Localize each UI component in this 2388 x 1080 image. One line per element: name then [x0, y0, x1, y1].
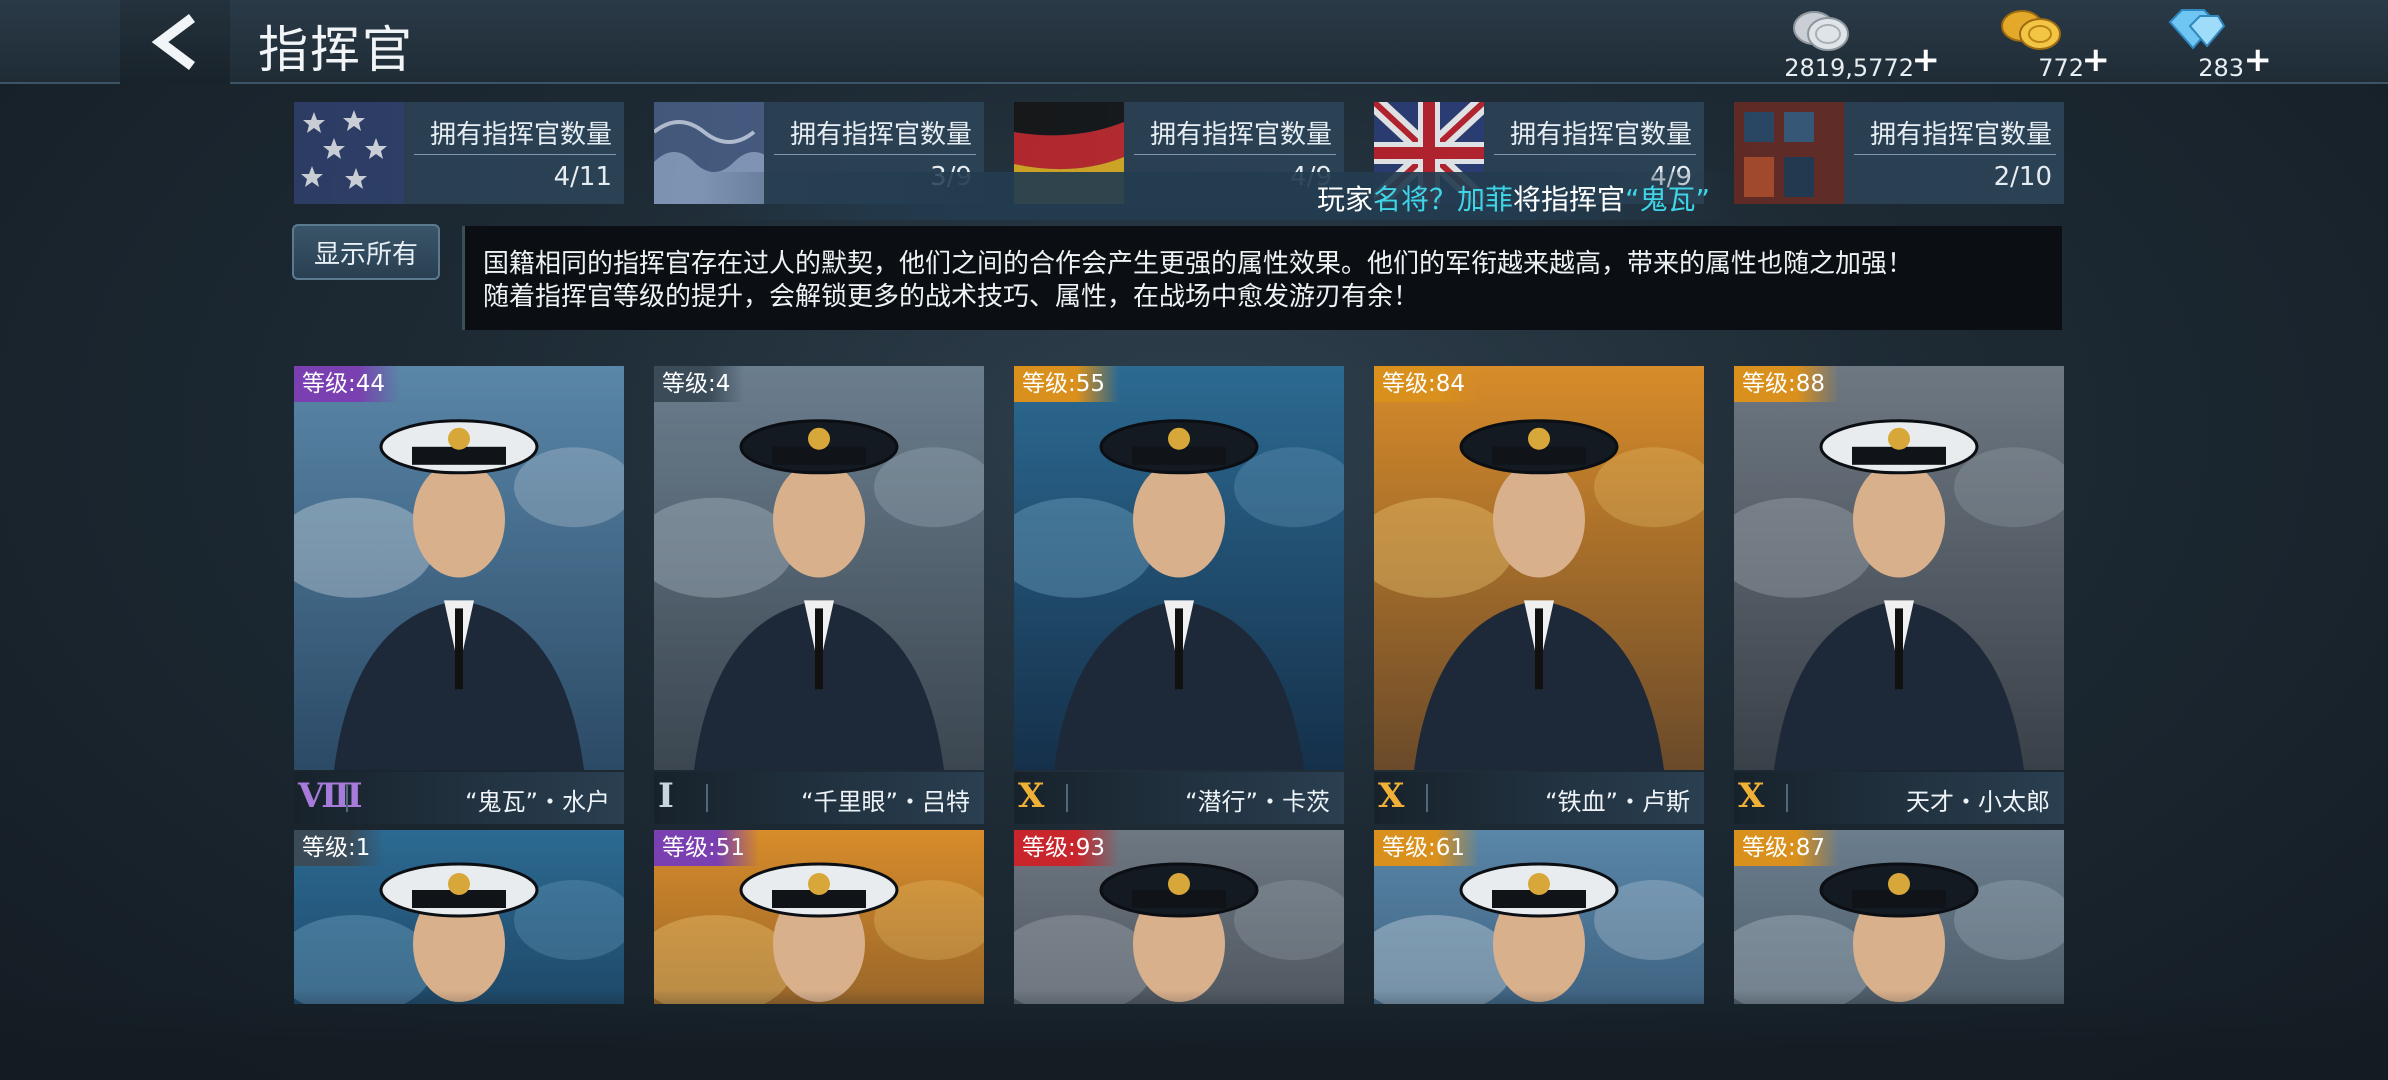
commander-name: “千里眼”・吕特 — [801, 788, 970, 816]
rank-badge: Ⅷ — [298, 776, 363, 816]
broadcast-toast: 玩家名将？加菲将指挥官“鬼瓦” — [700, 172, 1730, 220]
gold-coins-icon — [2001, 10, 2061, 50]
nation-tab-usa[interactable]: 拥有指挥官数量 4/11 — [294, 102, 624, 204]
commander-card[interactable]: 等级:87 — [1734, 830, 2064, 1004]
nation-label: 拥有指挥官数量 — [1869, 120, 2052, 150]
diamond-icon — [2168, 9, 2226, 50]
commander-name-bar: Ⅹ 天才・小太郎 — [1734, 772, 2064, 824]
rank-badge: Ⅹ — [1378, 776, 1405, 816]
commander-portrait-image — [1374, 366, 1704, 770]
commander-portrait — [1014, 366, 1344, 770]
level-badge: 等级:44 — [294, 366, 400, 402]
toast-commander-name: “鬼瓦” — [1624, 183, 1710, 216]
divider — [414, 154, 616, 155]
level-badge: 等级:4 — [654, 366, 745, 402]
commander-name-bar: Ⅹ “潜行”・卡茨 — [1014, 772, 1344, 824]
nation-count: 4/11 — [553, 162, 612, 192]
commander-portrait-image — [1014, 366, 1344, 770]
commander-card[interactable]: 等级:4 Ⅰ “千里眼”・吕特 — [654, 366, 984, 824]
level-badge: 等级:87 — [1734, 830, 1840, 866]
commander-name: “潜行”・卡茨 — [1185, 788, 1330, 816]
commander-portrait-image — [294, 366, 624, 770]
ussr-flag-icon — [1734, 102, 1844, 204]
silver-currency[interactable]: 2819,5772 + — [1760, 4, 1940, 82]
gold-currency[interactable]: 772 + — [1990, 4, 2110, 82]
commander-portrait — [1374, 366, 1704, 770]
level-badge: 等级:93 — [1014, 830, 1120, 866]
commander-card[interactable]: 等级:44 Ⅷ “鬼瓦”・水户 — [294, 366, 624, 824]
nation-count: 2/10 — [1993, 162, 2052, 192]
rank-badge: Ⅰ — [658, 776, 674, 816]
commander-portrait-image — [1734, 366, 2064, 770]
rank-badge: Ⅹ — [1018, 776, 1045, 816]
divider — [706, 784, 708, 812]
toast-text: 玩家名将？加菲将指挥官“鬼瓦” — [1316, 183, 1710, 216]
nation-label: 拥有指挥官数量 — [1149, 120, 1332, 150]
rank-badge: Ⅹ — [1738, 776, 1765, 816]
description-line-2: 随着指挥官等级的提升，会解锁更多的战术技巧、属性，在战场中愈发游刃有余！ — [483, 281, 1420, 312]
usa-flag-icon — [294, 102, 404, 204]
page-title: 指挥官 — [258, 21, 414, 79]
commander-name-bar: Ⅹ “铁血”・卢斯 — [1374, 772, 1704, 824]
level-badge: 等级:55 — [1014, 366, 1120, 402]
commander-name: “鬼瓦”・水户 — [465, 788, 610, 816]
divider — [1494, 154, 1696, 155]
nation-label: 拥有指挥官数量 — [789, 120, 972, 150]
commander-card[interactable]: 等级:55 Ⅹ “潜行”・卡茨 — [1014, 366, 1344, 824]
level-badge: 等级:61 — [1374, 830, 1480, 866]
commander-card[interactable]: 等级:51 — [654, 830, 984, 1004]
back-button[interactable] — [120, 0, 230, 84]
level-badge: 等级:51 — [654, 830, 760, 866]
commander-portrait — [294, 366, 624, 770]
nation-tab-ussr[interactable]: 拥有指挥官数量 2/10 — [1734, 102, 2064, 204]
diamond-value: 283 — [2198, 54, 2244, 82]
divider — [1854, 154, 2056, 155]
description-panel: 国籍相同的指挥官存在过人的默契，他们之间的合作会产生更强的属性效果。他们的军衔越… — [462, 226, 2062, 330]
divider — [1426, 784, 1428, 812]
silver-coins-icon — [1793, 11, 1849, 51]
commander-portrait — [654, 366, 984, 770]
description-line-1: 国籍相同的指挥官存在过人的默契，他们之间的合作会产生更强的属性效果。他们的军衔越… — [483, 249, 1914, 279]
commander-name: “铁血”・卢斯 — [1545, 788, 1690, 816]
top-bar: 指挥官 2819,5772 + 772 + 283 + — [0, 0, 2388, 84]
commander-card[interactable]: 等级:93 — [1014, 830, 1344, 1004]
level-badge: 等级:88 — [1734, 366, 1840, 402]
show-all-button[interactable]: 显示所有 — [292, 224, 440, 280]
add-gold-button[interactable]: + — [2082, 40, 2111, 80]
chevron-left-icon — [151, 14, 195, 70]
divider — [1786, 784, 1788, 812]
commander-card[interactable]: 等级:88 Ⅹ 天才・小太郎 — [1734, 366, 2064, 824]
commander-name-bar: Ⅷ “鬼瓦”・水户 — [294, 772, 624, 824]
divider — [774, 154, 976, 155]
nation-label: 拥有指挥官数量 — [429, 120, 612, 150]
add-silver-button[interactable]: + — [1912, 40, 1941, 80]
gold-value: 772 — [2038, 54, 2084, 82]
diamond-currency[interactable]: 283 + — [2160, 4, 2272, 82]
level-badge: 等级:84 — [1374, 366, 1480, 402]
nation-label: 拥有指挥官数量 — [1509, 120, 1692, 150]
commander-name: 天才・小太郎 — [1906, 788, 2050, 816]
level-badge: 等级:1 — [294, 830, 385, 866]
bottom-fade — [0, 990, 2388, 1080]
commander-portrait-image — [654, 366, 984, 770]
commander-card[interactable]: 等级:84 Ⅹ “铁血”・卢斯 — [1374, 366, 1704, 824]
commander-card[interactable]: 等级:61 — [1374, 830, 1704, 1004]
commander-portrait — [1734, 366, 2064, 770]
silver-value: 2819,5772 — [1784, 54, 1914, 82]
commander-card[interactable]: 等级:1 — [294, 830, 624, 1004]
divider — [1066, 784, 1068, 812]
add-diamond-button[interactable]: + — [2244, 40, 2273, 80]
divider — [1134, 154, 1336, 155]
commander-name-bar: Ⅰ “千里眼”・吕特 — [654, 772, 984, 824]
toast-player-name: 名将？加菲 — [1372, 183, 1513, 216]
divider — [346, 784, 348, 812]
